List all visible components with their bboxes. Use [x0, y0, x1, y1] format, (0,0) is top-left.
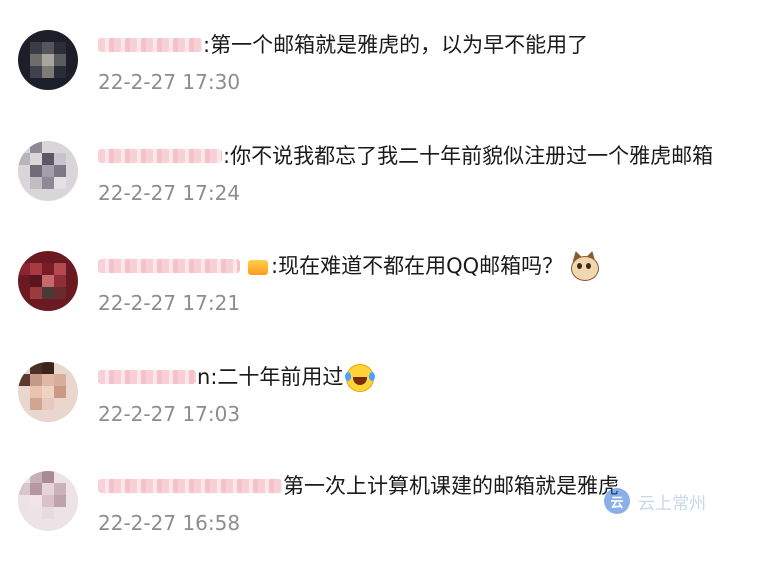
watermark-badge: 云 [604, 488, 630, 514]
comment-item: : 你不说我都忘了我二十年前貌似注册过一个雅虎邮箱 22-2-27 17:24 [0, 141, 762, 251]
username-blurred[interactable] [98, 479, 282, 493]
laughing-tears-icon [345, 362, 376, 392]
avatar[interactable] [18, 141, 78, 201]
vip-crown-icon [247, 256, 269, 276]
comment-text: 第一个邮箱就是雅虎的，以为早不能用了 [210, 33, 589, 57]
comment-line: : 第一个邮箱就是雅虎的，以为早不能用了 [98, 30, 588, 60]
comment-text: 现在难道不都在用QQ邮箱吗？ [278, 254, 564, 278]
comment-line: : 现在难道不都在用QQ邮箱吗？ [98, 249, 600, 281]
comment-item: : 第一个邮箱就是雅虎的，以为早不能用了 22-2-27 17:30 [0, 30, 762, 140]
timestamp: 22-2-27 17:03 [98, 402, 241, 426]
comment-item: n : 二十年前用过 22-2-27 17:03 [0, 362, 762, 472]
comment-text: 第一次上计算机课建的邮箱就是雅虎 [283, 474, 619, 498]
avatar[interactable] [18, 362, 78, 422]
timestamp: 22-2-27 17:24 [98, 181, 241, 205]
avatar[interactable] [18, 251, 78, 311]
comment-text: 二十年前用过 [217, 365, 344, 389]
separator: : [203, 33, 211, 57]
timestamp: 22-2-27 17:21 [98, 291, 241, 315]
timestamp: 22-2-27 16:58 [98, 511, 241, 535]
avatar[interactable] [18, 30, 78, 90]
username-blurred[interactable] [98, 259, 240, 273]
cat-face-icon [569, 249, 600, 281]
comment-line: n : 二十年前用过 [98, 362, 376, 392]
username-blurred[interactable] [98, 38, 202, 52]
username-blurred[interactable] [98, 370, 196, 384]
comment-line: 第一次上计算机课建的邮箱就是雅虎 [98, 471, 619, 501]
username-blurred[interactable] [98, 149, 222, 163]
separator: : [210, 365, 218, 389]
comment-item: : 现在难道不都在用QQ邮箱吗？ 22-2-27 17:21 [0, 249, 762, 361]
separator: : [271, 254, 279, 278]
comment-line: : 你不说我都忘了我二十年前貌似注册过一个雅虎邮箱 [98, 141, 713, 171]
avatar[interactable] [18, 471, 78, 531]
comment-text: 你不说我都忘了我二十年前貌似注册过一个雅虎邮箱 [230, 144, 714, 168]
watermark: 云 云上常州 [604, 488, 706, 514]
timestamp: 22-2-27 17:30 [98, 70, 241, 94]
username-visible-suffix: n [197, 365, 211, 389]
watermark-text: 云上常州 [638, 493, 706, 514]
separator: : [223, 144, 231, 168]
